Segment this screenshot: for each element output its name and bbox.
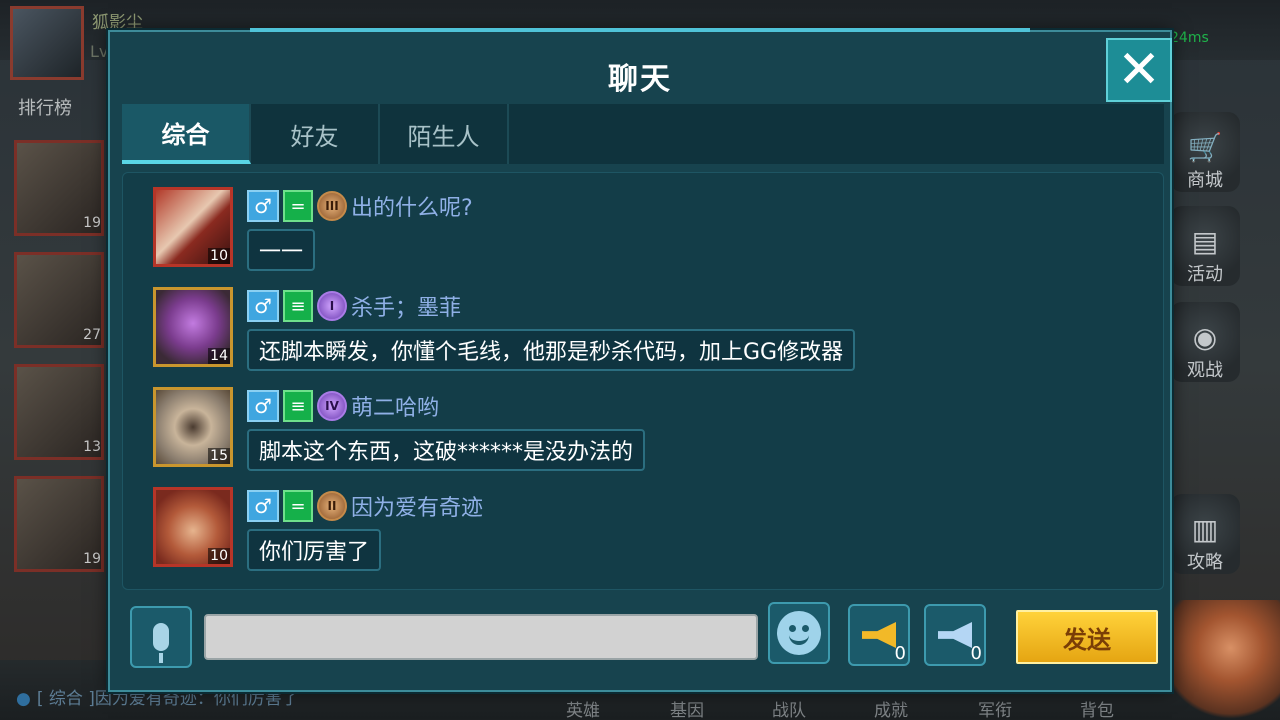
shop-button[interactable]: 🛒 商城 — [1170, 112, 1240, 192]
nav-bag[interactable]: 背包 — [1080, 696, 1114, 720]
rank-badge-icon: II — [317, 491, 347, 521]
nav-genes[interactable]: 基因 — [670, 696, 704, 720]
sender-avatar[interactable]: 14 — [153, 287, 233, 367]
cart-icon: 🛒 — [1187, 131, 1223, 164]
sender-avatar[interactable]: 15 — [153, 387, 233, 467]
vip-badge-icon: = — [283, 490, 313, 522]
male-gender-icon: ♂ — [247, 290, 279, 322]
sender-meta: ♂ ≡ I 杀手；墨菲 — [247, 289, 461, 323]
close-button[interactable]: ✕ — [1106, 38, 1172, 102]
chat-title: 聊天 — [608, 62, 672, 97]
message-bubble: 还脚本瞬发，你懂个毛线，他那是秒杀代码，加上GG修改器 — [247, 329, 856, 371]
rank-badge-icon: I — [317, 291, 347, 321]
tab-general[interactable]: 综合 — [122, 104, 251, 164]
chat-input-bar: 0 0 发送 — [122, 602, 1164, 672]
microphone-icon — [153, 623, 169, 663]
nav-achievements[interactable]: 成就 — [874, 696, 908, 720]
spectate-button[interactable]: ◉ 观战 — [1170, 302, 1240, 382]
message-bubble: 脚本这个东西，这破******是没办法的 — [247, 429, 646, 471]
sender-name[interactable]: 出的什么呢? — [351, 190, 473, 222]
close-icon: ✕ — [1117, 40, 1161, 100]
sender-level: 10 — [208, 548, 230, 564]
vip-badge-icon: ≡ — [283, 390, 313, 422]
megaphone-gold-icon — [862, 622, 896, 648]
send-button[interactable]: 发送 — [1016, 610, 1158, 664]
sender-meta: ♂ ≡ IV 萌二哈哟 — [247, 389, 439, 423]
rank-badge-icon: III — [317, 191, 347, 221]
tab-friends[interactable]: 好友 — [251, 104, 380, 164]
guide-button[interactable]: ▥ 攻略 — [1170, 494, 1240, 574]
male-gender-icon: ♂ — [247, 190, 279, 222]
sender-meta: ♂ = III 出的什么呢? — [247, 189, 473, 223]
nav-team[interactable]: 战队 — [772, 696, 806, 720]
megaphone-blue-icon — [938, 622, 972, 648]
blue-horn-button[interactable]: 0 — [924, 604, 986, 666]
leaderboard-item[interactable]: 27 — [14, 252, 104, 348]
sender-name[interactable]: 因为爱有奇迹 — [351, 490, 483, 522]
leaderboard-item[interactable]: 13 — [14, 364, 104, 460]
gold-horn-count: 0 — [894, 643, 906, 664]
events-button[interactable]: ▤ 活动 — [1170, 206, 1240, 286]
message-list[interactable]: 10 ♂ = III 出的什么呢? 一一 14 ♂ ≡ I 杀手；墨菲 还脚本瞬… — [122, 172, 1164, 590]
vip-badge-icon: = — [283, 190, 313, 222]
message-bubble: 你们厉害了 — [247, 529, 382, 571]
wifi-ping: 24ms — [1170, 30, 1209, 46]
emoji-button[interactable] — [768, 602, 830, 664]
male-gender-icon: ♂ — [247, 390, 279, 422]
nav-rank[interactable]: 军衔 — [978, 696, 1012, 720]
hero-portrait — [1170, 600, 1280, 720]
rank-badge-icon: IV — [317, 391, 347, 421]
gold-horn-button[interactable]: 0 — [848, 604, 910, 666]
message-bubble: 一一 — [247, 229, 316, 271]
sender-name[interactable]: 杀手；墨菲 — [351, 290, 461, 322]
bookmark-icon: ▤ — [1191, 225, 1219, 258]
chat-bubble-icon: ● — [16, 689, 31, 709]
player-avatar[interactable] — [10, 6, 84, 80]
leaderboard-tab[interactable]: 排行榜 — [18, 94, 72, 120]
sender-level: 14 — [208, 348, 230, 364]
sender-avatar[interactable]: 10 — [153, 487, 233, 567]
male-gender-icon: ♂ — [247, 490, 279, 522]
leaderboard-item[interactable]: 19 — [14, 476, 104, 572]
smiley-icon — [777, 611, 821, 655]
chat-message: 14 ♂ ≡ I 杀手；墨菲 还脚本瞬发，你懂个毛线，他那是秒杀代码，加上GG修… — [153, 287, 1153, 371]
blue-horn-count: 0 — [970, 643, 982, 664]
chat-message: 10 ♂ = II 因为爱有奇迹 你们厉害了 — [153, 487, 1153, 571]
sender-meta: ♂ = II 因为爱有奇迹 — [247, 489, 483, 523]
chat-message: 10 ♂ = III 出的什么呢? 一一 — [153, 187, 1153, 271]
sender-name[interactable]: 萌二哈哟 — [351, 390, 439, 422]
tab-strangers[interactable]: 陌生人 — [380, 104, 509, 164]
book-icon: ▥ — [1191, 513, 1219, 546]
vip-badge-icon: ≡ — [283, 290, 313, 322]
leaderboard-item[interactable]: 19 — [14, 140, 104, 236]
chat-message: 15 ♂ ≡ IV 萌二哈哟 脚本这个东西，这破******是没办法的 — [153, 387, 1153, 471]
chat-input[interactable] — [204, 614, 758, 660]
sender-level: 15 — [208, 448, 230, 464]
leaderboard-list: 19 27 13 19 — [14, 140, 110, 588]
eye-icon: ◉ — [1192, 321, 1218, 354]
modal-accent-line — [250, 28, 1030, 32]
voice-button[interactable] — [130, 606, 192, 668]
sender-level: 10 — [208, 248, 230, 264]
sender-avatar[interactable]: 10 — [153, 187, 233, 267]
chat-tabs: 综合 好友 陌生人 — [122, 104, 1164, 164]
nav-heroes[interactable]: 英雄 — [566, 696, 600, 720]
chat-modal: 聊天 ✕ 综合 好友 陌生人 10 ♂ = III 出的什么呢? 一一 14 ♂… — [108, 28, 1172, 692]
